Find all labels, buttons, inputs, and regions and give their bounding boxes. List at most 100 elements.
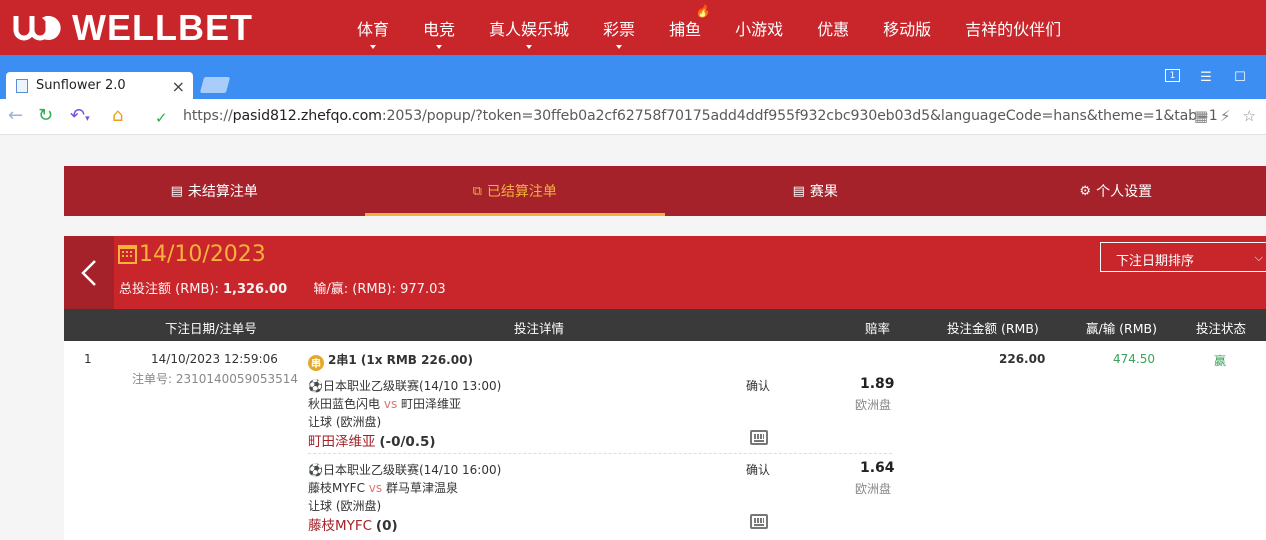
- tab-unsettled[interactable]: ▤ 未结算注单: [64, 166, 365, 216]
- parlay-badge-icon: 串: [308, 354, 324, 371]
- nav-sports[interactable]: 体育: [340, 0, 406, 55]
- date-summary: 14/10/2023 总投注额 (RMB): 1,326.00 输/赢: (RM…: [64, 236, 1266, 309]
- caret-down-icon: [616, 45, 623, 49]
- leg-odds-type: 欧洲盘: [855, 398, 892, 412]
- nav-live-casino[interactable]: 真人娱乐城: [472, 0, 586, 55]
- wellbet-logo[interactable]: WELLBET: [12, 7, 253, 48]
- caret-down-icon: [370, 45, 376, 49]
- nav-promotions[interactable]: 优惠: [800, 0, 866, 55]
- winloss-amount: 474.50: [1113, 352, 1155, 366]
- bet-tabs: ▤ 未结算注单 ⧉ 已结算注单 ▤ 赛果 ⚙ 个人设置: [64, 166, 1266, 216]
- tab-settings[interactable]: ⚙ 个人设置: [966, 166, 1266, 216]
- col-date: 下注日期/注单号: [165, 321, 257, 336]
- document-icon: ▤: [170, 183, 183, 199]
- home-team: 秋田蓝色闪电: [308, 397, 381, 411]
- menu-icon[interactable]: ☰: [1198, 69, 1214, 85]
- away-team: 群马草津温泉: [385, 481, 458, 495]
- tab-label: 未结算注单: [187, 184, 258, 200]
- star-icon[interactable]: ☆: [1243, 107, 1256, 125]
- nav-label: 移动版: [883, 19, 932, 39]
- col-odds: 赔率: [865, 321, 891, 336]
- nav-esports[interactable]: 电竞: [406, 0, 472, 55]
- leg-confirm: 确认: [746, 379, 771, 393]
- qr-code-icon[interactable]: ▦: [1194, 107, 1208, 125]
- chevron-down-icon: ⌵: [1254, 251, 1263, 264]
- new-tab-button[interactable]: [199, 77, 231, 93]
- logo-text: WELLBET: [72, 7, 253, 48]
- league-text: 日本职业乙级联赛(14/10 16:00): [322, 463, 502, 477]
- leg-odds: 1.89: [860, 376, 895, 392]
- copy-icon: ⧉: [472, 183, 482, 199]
- leg-pick: 町田泽维亚 (-0/0.5): [308, 430, 436, 450]
- nav-fishing[interactable]: 捕鱼 🔥: [652, 0, 718, 55]
- sort-select[interactable]: 下注日期排序 ⌵: [1100, 242, 1266, 272]
- nav-minigames[interactable]: 小游戏: [718, 0, 800, 55]
- window-count-icon[interactable]: 1: [1165, 69, 1180, 82]
- vs-text: vs: [383, 397, 398, 411]
- leg-odds-type: 欧洲盘: [855, 482, 892, 496]
- league-text: 日本职业乙级联赛(14/10 13:00): [322, 379, 502, 393]
- back-button[interactable]: [64, 236, 114, 309]
- nav-label: 彩票: [603, 19, 636, 39]
- undo-icon[interactable]: ↶▾: [70, 107, 90, 128]
- url-scheme: https://: [183, 108, 233, 124]
- date-text: 14/10/2023: [139, 242, 266, 267]
- soccer-ball-icon: ⚽: [308, 463, 323, 477]
- close-icon[interactable]: ×: [172, 77, 185, 96]
- leg-teams: 藤枝MYFC vs 群马草津温泉: [308, 479, 458, 496]
- nav-lottery[interactable]: 彩票: [586, 0, 652, 55]
- vs-text: vs: [368, 481, 383, 495]
- secure-shield-icon: ✓: [155, 109, 168, 127]
- tab-label: 已结算注单: [486, 184, 557, 200]
- parlay-header: 串 2串1 (1x RMB 226.00): [308, 351, 473, 371]
- leg-divider: [308, 453, 892, 454]
- browser-tab[interactable]: Sunflower 2.0 ×: [6, 72, 193, 99]
- tab-label: 赛果: [809, 184, 838, 200]
- sort-label: 下注日期排序: [1116, 254, 1195, 269]
- caret-down-icon: [436, 45, 443, 49]
- refresh-icon[interactable]: ↻: [38, 107, 53, 125]
- bet-status: 赢: [1214, 354, 1227, 368]
- leg-league: ⚽日本职业乙级联赛(14/10 16:00): [308, 461, 501, 478]
- shirt-icon[interactable]: ☐: [1232, 69, 1248, 85]
- url-field[interactable]: https://pasid812.zhefqo.com:2053/popup/?…: [183, 108, 1218, 124]
- total-stake-label: 总投注额 (RMB):: [119, 282, 219, 297]
- pick-team: 町田泽维亚: [308, 434, 376, 450]
- nav-label: 优惠: [817, 19, 850, 39]
- back-arrow-icon[interactable]: ←: [8, 107, 23, 125]
- url-path: :2053/popup/?token=30ffeb0a2cf62758f7017…: [381, 108, 1218, 124]
- live-stream-icon[interactable]: [750, 514, 768, 529]
- handicap: (-0/0.5): [379, 434, 436, 450]
- nav-mobile[interactable]: 移动版: [866, 0, 948, 55]
- tab-title: Sunflower 2.0: [36, 78, 126, 93]
- handicap: (0): [375, 518, 398, 534]
- away-team: 町田泽维亚: [401, 397, 462, 411]
- col-stake: 投注金额 (RMB): [947, 321, 1039, 336]
- home-team: 藤枝MYFC: [308, 481, 365, 495]
- tab-label: 个人设置: [1096, 184, 1153, 200]
- scoreboard-icon: ▤: [792, 183, 805, 199]
- table-row: 1 14/10/2023 12:59:06 注单号: 2310140059053…: [64, 341, 1266, 540]
- col-status: 投注状态: [1196, 321, 1247, 336]
- url-host: pasid812.zhefqo.com: [232, 108, 382, 124]
- tab-settled[interactable]: ⧉ 已结算注单: [364, 166, 666, 216]
- leg-confirm: 确认: [746, 463, 771, 477]
- lightning-icon[interactable]: ⚡: [1220, 107, 1231, 125]
- nav-partners[interactable]: 吉祥的伙伴们: [948, 0, 1078, 55]
- nav-label: 体育: [357, 19, 390, 39]
- row-index: 1: [84, 352, 92, 366]
- col-detail: 投注详情: [514, 321, 565, 336]
- nav-label: 真人娱乐城: [489, 19, 570, 39]
- nav-label: 电竞: [423, 19, 456, 39]
- caret-down-icon: [526, 45, 533, 49]
- chevron-left-icon: [81, 259, 96, 286]
- tab-results[interactable]: ▤ 赛果: [665, 166, 966, 216]
- total-stake-value: 1,326.00: [222, 282, 288, 297]
- live-stream-icon[interactable]: [750, 430, 768, 445]
- home-icon[interactable]: ⌂: [112, 107, 123, 125]
- soccer-ball-icon: ⚽: [308, 379, 323, 393]
- pick-team: 藤枝MYFC: [308, 518, 373, 534]
- summary-stats: 总投注额 (RMB): 1,326.00 输/赢: (RMB): 977.03: [119, 278, 446, 297]
- bet-number: 注单号: 2310140059053514: [132, 372, 299, 386]
- flame-icon: 🔥: [695, 4, 711, 18]
